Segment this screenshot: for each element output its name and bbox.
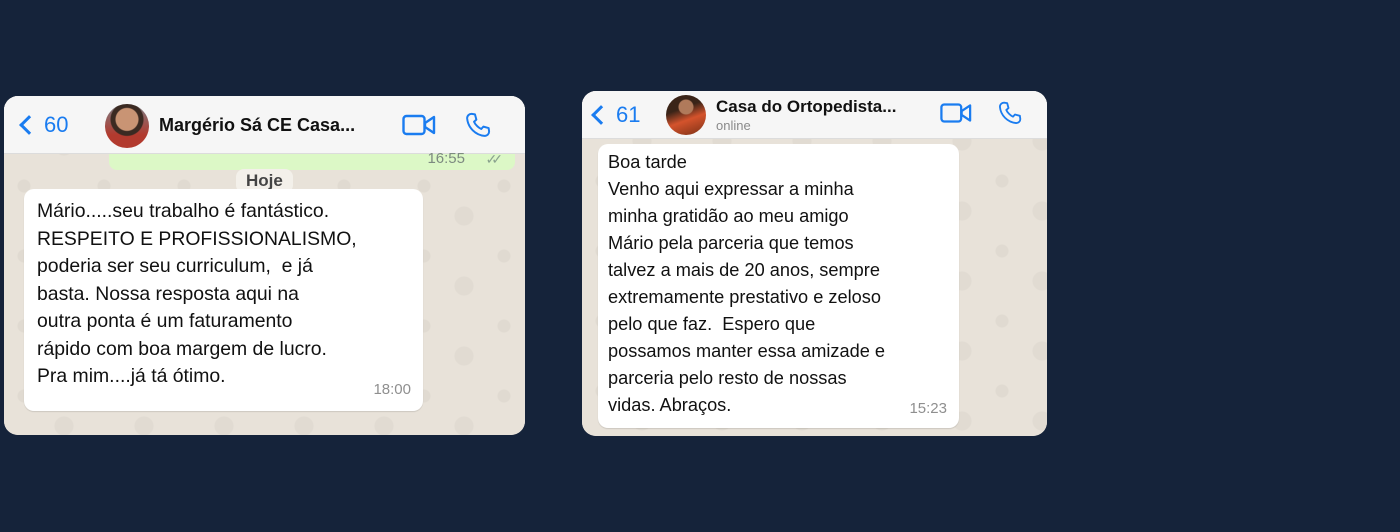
- message-time: 15:23: [909, 400, 947, 417]
- message-line: minha gratidão ao meu amigo: [608, 206, 849, 226]
- unread-count: 61: [616, 102, 641, 127]
- avatar[interactable]: [666, 95, 706, 135]
- message-line: Venho aqui expressar a minha: [608, 179, 854, 199]
- message-line: poderia ser seu curriculum, e já: [37, 255, 313, 277]
- chat-screenshot-2: 61 Casa do Ortopedista... online Boa tar…: [582, 91, 1047, 436]
- chevron-left-icon: [19, 115, 39, 135]
- back-button[interactable]: 60: [19, 112, 69, 138]
- message-line: outra ponta é um faturamento: [37, 310, 293, 332]
- unread-count: 60: [44, 112, 69, 137]
- message-line: vidas. Abraços.: [608, 395, 732, 415]
- message-line: rápido com boa margem de lucro.: [37, 337, 327, 360]
- message-line: parceria pelo resto de nossas: [608, 368, 847, 388]
- message-line: Mário pela parceria que temos: [608, 233, 854, 253]
- contact-status: online: [716, 118, 751, 133]
- message-line: Mário.....seu trabalho é fantástico.: [37, 200, 330, 222]
- message-line: possamos manter essa amizade e: [608, 341, 885, 361]
- video-camera-icon[interactable]: [940, 102, 972, 129]
- message-line: extremamente prestativo e zeloso: [608, 287, 881, 307]
- avatar[interactable]: [105, 104, 149, 148]
- phone-icon[interactable]: [997, 100, 1023, 131]
- contact-name[interactable]: Margério Sá CE Casa...: [159, 115, 355, 136]
- message-line: RESPEITO E PROFISSIONALISMO,: [37, 227, 357, 250]
- video-camera-icon[interactable]: [402, 114, 436, 141]
- phone-icon[interactable]: [464, 111, 492, 144]
- chat-header: 61 Casa do Ortopedista... online: [582, 91, 1047, 139]
- message-time: 18:00: [373, 380, 411, 398]
- message-bubble[interactable]: Mário.....seu trabalho é fantástico. RES…: [24, 189, 423, 411]
- back-button[interactable]: 61: [591, 102, 641, 128]
- read-ticks-icon: ✓✓: [485, 151, 504, 167]
- message-bubble[interactable]: Boa tarde Venho aqui expressar a minha m…: [598, 144, 959, 428]
- message-line: basta. Nossa resposta aqui na: [37, 282, 299, 305]
- message-line: talvez a mais de 20 anos, sempre: [608, 260, 880, 280]
- contact-name[interactable]: Casa do Ortopedista...: [716, 97, 896, 117]
- chevron-left-icon: [591, 105, 611, 125]
- previous-sent-bubble: 16:55 ✓✓: [109, 150, 515, 170]
- chat-screenshot-1: 60 Margério Sá CE Casa... 16:55 ✓✓ Hoje …: [4, 96, 525, 435]
- message-line: Boa tarde: [608, 152, 687, 172]
- previous-message-time: 16:55: [427, 150, 465, 167]
- chat-header: 60 Margério Sá CE Casa...: [4, 96, 525, 154]
- message-line: Pra mim....já tá ótimo.: [37, 365, 226, 387]
- message-line: pelo que faz. Espero que: [608, 314, 816, 334]
